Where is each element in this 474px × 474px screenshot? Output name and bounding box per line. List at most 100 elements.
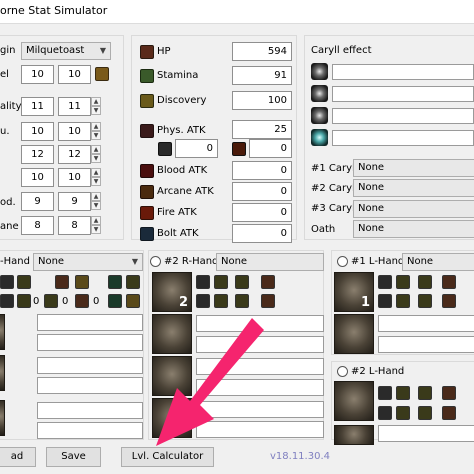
attribute-spinner[interactable]: ▲ ▼ xyxy=(91,216,101,235)
r-hand-1-select[interactable]: None ▼ xyxy=(33,253,143,271)
r-hand-2-weapon-image[interactable]: 2 xyxy=(152,272,192,312)
caryll-rune-2-icon[interactable] xyxy=(311,85,328,102)
gem-image xyxy=(0,400,5,436)
gem-image[interactable] xyxy=(152,314,192,354)
r-hand-2-value: None xyxy=(221,256,248,267)
attribute-base: 11 xyxy=(21,97,54,116)
arcane-atk-label: Arcane ATK xyxy=(157,186,214,197)
gem-slot-icon[interactable] xyxy=(0,294,14,308)
gem-effect-icon xyxy=(17,294,31,308)
stamina-value: 91 xyxy=(232,66,292,85)
attribute-value[interactable]: 12 xyxy=(58,145,91,164)
discovery-icon xyxy=(140,94,154,108)
level-base-field: 10 xyxy=(21,65,54,84)
gem-image[interactable] xyxy=(152,398,192,438)
gem-slot-icon[interactable] xyxy=(378,386,392,400)
gem-slot-field xyxy=(196,336,324,353)
caryll-1-select[interactable]: None xyxy=(353,159,474,177)
attribute-spinner[interactable]: ▲ ▼ xyxy=(91,97,101,116)
gem-slot-icon[interactable] xyxy=(196,275,210,289)
blood-atk-value: 0 xyxy=(232,161,292,180)
bolt-atk-label: Bolt ATK xyxy=(157,228,199,239)
r-hand-1-value: None xyxy=(38,256,65,267)
gem-image[interactable] xyxy=(334,314,374,354)
r-hand-2-label: #2 R-Hand xyxy=(164,256,219,267)
attribute-value[interactable]: 10 xyxy=(58,122,91,141)
gem-slot-icon[interactable] xyxy=(0,275,14,289)
bolt-icon xyxy=(140,227,154,241)
blood-atk-label: Blood ATK xyxy=(157,165,208,176)
gem-effect-icon xyxy=(261,275,275,289)
hp-icon xyxy=(140,45,154,59)
l-hand-2-weapon-image[interactable] xyxy=(334,381,374,421)
gem-slot-field xyxy=(37,334,143,351)
r-hand-2-badge: 2 xyxy=(178,295,188,310)
gem-effect-icon xyxy=(75,275,89,289)
attribute-label: ality xyxy=(0,101,22,112)
attribute-spinner[interactable]: ▲ ▼ xyxy=(91,122,101,141)
caryll-2-select[interactable]: None xyxy=(353,179,474,197)
phys-sub1-value: 0 xyxy=(175,139,218,158)
gem-image[interactable] xyxy=(334,425,374,445)
attribute-base: 10 xyxy=(21,168,54,187)
level-up-icon[interactable] xyxy=(95,67,109,81)
blood-icon xyxy=(140,164,154,178)
gem-slot-icon[interactable] xyxy=(196,294,210,308)
caryll-1-label: #1 Caryll xyxy=(311,163,358,174)
attribute-value[interactable]: 9 xyxy=(58,192,91,211)
gem-effect-icon xyxy=(235,294,249,308)
level-current-field: 10 xyxy=(58,65,91,84)
gem-effect-icon xyxy=(261,294,275,308)
caryll-3-select[interactable]: None xyxy=(353,200,474,218)
gem-effect-icon xyxy=(418,386,432,400)
attribute-spinner[interactable]: ▲ ▼ xyxy=(91,192,101,211)
gem-effect-icon xyxy=(126,275,140,289)
oath-select[interactable]: None xyxy=(353,220,474,238)
gem-image[interactable] xyxy=(152,356,192,396)
attribute-label: od. xyxy=(0,197,16,208)
gem-slot-icon[interactable] xyxy=(378,406,392,420)
r-hand-2-select[interactable]: None xyxy=(216,253,324,271)
attribute-value[interactable]: 10 xyxy=(58,168,91,187)
save-button[interactable]: Save xyxy=(46,447,101,467)
l-hand-2-radio[interactable] xyxy=(337,366,348,377)
gem-effect-icon xyxy=(442,275,456,289)
gem-slot-field xyxy=(196,421,324,438)
gem-effect-icon xyxy=(442,386,456,400)
l-hand-1-weapon-image[interactable]: 1 xyxy=(334,272,374,312)
attribute-spinner[interactable]: ▲ ▼ xyxy=(91,145,101,164)
attribute-base: 10 xyxy=(21,122,54,141)
load-button[interactable]: ad xyxy=(0,447,36,467)
l-hand-2-label: #2 L-Hand xyxy=(351,366,405,377)
gem-slot-icon[interactable] xyxy=(378,294,392,308)
l-hand-1-radio[interactable] xyxy=(337,256,348,267)
gem-slot-icon[interactable] xyxy=(378,275,392,289)
oath-rune-icon[interactable] xyxy=(311,129,328,146)
gem-slot-field xyxy=(37,357,143,374)
chevron-down-icon: ▼ xyxy=(131,257,138,266)
gem-slot-field xyxy=(378,336,474,353)
origin-value: Milquetoast xyxy=(26,45,85,56)
star-icon xyxy=(108,275,122,289)
gem-effect-icon xyxy=(17,275,31,289)
arcane-icon xyxy=(140,185,154,199)
window-title: orne Stat Simulator xyxy=(0,4,108,17)
gem-slot-field xyxy=(378,315,474,332)
origin-select[interactable]: Milquetoast ▼ xyxy=(21,42,111,60)
attribute-spinner[interactable]: ▲ ▼ xyxy=(91,168,101,187)
lvl-calculator-button[interactable]: Lvl. Calculator xyxy=(121,447,214,467)
r-hand-2-radio[interactable] xyxy=(150,256,161,267)
attribute-value[interactable]: 8 xyxy=(58,216,91,235)
r-hand-1-label: -Hand xyxy=(0,256,30,267)
arcane-atk-value: 0 xyxy=(232,182,292,201)
caryll-rune-3-icon[interactable] xyxy=(311,107,328,124)
gem-effect-icon xyxy=(442,294,456,308)
l-hand-1-select[interactable]: None xyxy=(402,253,474,271)
gem-slot-field xyxy=(37,422,143,439)
gem-effect-icon xyxy=(396,406,410,420)
attribute-value[interactable]: 11 xyxy=(58,97,91,116)
caryll-rune-1-icon[interactable] xyxy=(311,63,328,80)
oath-rune-slot xyxy=(332,130,474,146)
gem-value: 0 xyxy=(62,296,69,307)
caryll-2-label: #2 Caryll xyxy=(311,183,358,194)
